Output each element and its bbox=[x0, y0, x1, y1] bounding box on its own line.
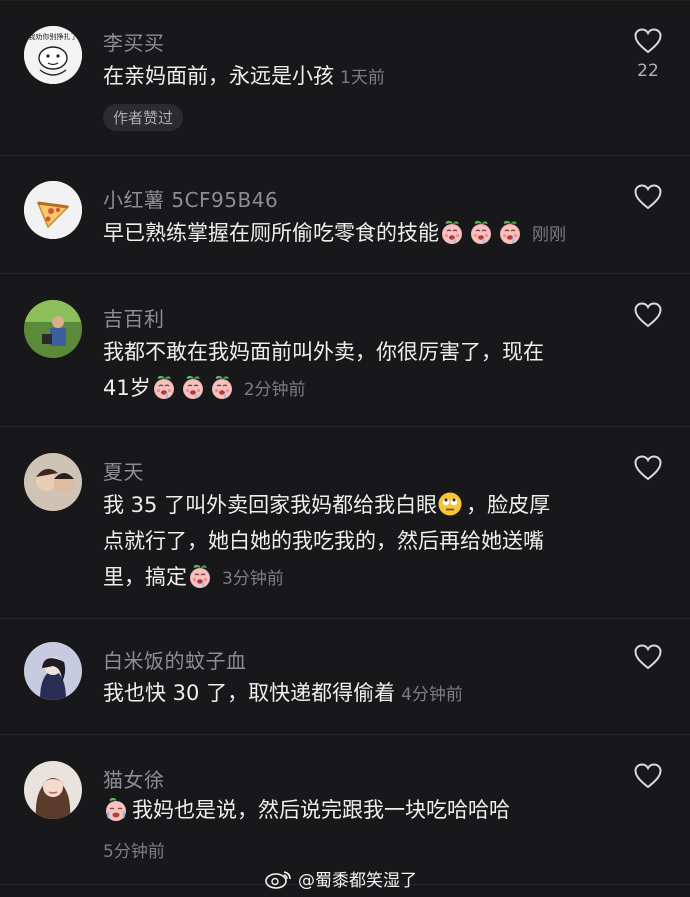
comment-line: 我 35 了叫外卖回家我妈都给我白眼 ，脸皮厚 bbox=[103, 487, 594, 523]
comment-body: 我也快 30 了，取快递都得偷着 bbox=[103, 681, 396, 705]
timestamp: 刚刚 bbox=[532, 225, 566, 245]
avatar[interactable] bbox=[24, 181, 82, 239]
peach-drooling-emoji-icon bbox=[151, 374, 177, 400]
like-heart-icon[interactable] bbox=[634, 763, 662, 789]
comment-line-text: 我 35 了叫外卖回家我妈都给我白眼 bbox=[103, 493, 438, 517]
comment-item[interactable]: 夏天 我 35 了叫外卖回家我妈都给我白眼 ，脸皮厚 点就行了，她白她的我吃我的，… bbox=[0, 426, 690, 619]
timestamp: 2分钟前 bbox=[243, 380, 306, 400]
avatar[interactable] bbox=[24, 453, 82, 511]
eye-roll-emoji-icon bbox=[437, 491, 463, 517]
peach-drooling-emoji-icon bbox=[497, 219, 523, 245]
username[interactable]: 吉百利 bbox=[103, 303, 165, 332]
avatar[interactable] bbox=[24, 761, 82, 819]
comment-item[interactable]: 我劝你别挣扎了 李买买 在亲妈面前，永远是小孩 1天前 作者赞过 22 bbox=[0, 0, 690, 156]
comment-item[interactable]: 白米饭的蚊子血 我也快 30 了，取快递都得偷着 4分钟前 bbox=[0, 618, 690, 735]
comment-line: 点就行了，她白她的我吃我的，然后再给她送嘴 bbox=[103, 529, 544, 553]
username[interactable]: 白米饭的蚊子血 bbox=[103, 645, 247, 674]
comment-line-text: 41岁 bbox=[103, 376, 151, 400]
username[interactable]: 猫女徐 bbox=[103, 764, 165, 793]
timestamp: 5分钟前 bbox=[103, 842, 165, 862]
crying-peach-emoji-icon bbox=[103, 796, 129, 822]
comment-text: 在亲妈面前，永远是小孩 1天前 bbox=[103, 58, 594, 96]
comment-body: 在亲妈面前，永远是小孩 bbox=[103, 64, 334, 88]
comment-line: 里，搞定 3分钟前 bbox=[103, 559, 594, 597]
comment-text: 我也快 30 了，取快递都得偷着 4分钟前 bbox=[103, 675, 594, 713]
timestamp: 3分钟前 bbox=[222, 569, 284, 589]
avatar[interactable]: 我劝你别挣扎了 bbox=[24, 26, 82, 84]
username[interactable]: 夏天 bbox=[103, 456, 144, 485]
like-heart-icon[interactable] bbox=[634, 28, 662, 54]
avatar-photo-icon bbox=[24, 300, 82, 358]
peach-drooling-emoji-icon bbox=[187, 563, 213, 589]
pizza-icon bbox=[24, 181, 82, 239]
comment-body: 我妈也是说，然后说完跟我一块吃哈哈哈 bbox=[132, 798, 510, 822]
peach-drooling-emoji-icon bbox=[439, 219, 465, 245]
avatar-photo-icon bbox=[24, 453, 82, 511]
avatar[interactable] bbox=[24, 300, 82, 358]
username[interactable]: 小红薯 5CF95B46 bbox=[103, 184, 278, 213]
comment-text: 早已熟练掌握在厕所偷吃零食的技能 刚刚 bbox=[103, 215, 630, 253]
like-heart-icon[interactable] bbox=[634, 302, 662, 328]
comment-body: 早已熟练掌握在厕所偷吃零食的技能 bbox=[103, 221, 439, 245]
avatar-photo-icon bbox=[24, 761, 82, 819]
comment-item[interactable]: 吉百利 我都不敢在我妈面前叫外卖，你很厉害了，现在 41岁 2分钟前 bbox=[0, 273, 690, 427]
peach-drooling-emoji-icon bbox=[180, 374, 206, 400]
weibo-logo-icon bbox=[265, 870, 291, 889]
comment-text: 我都不敢在我妈面前叫外卖，你很厉害了，现在 41岁 2分钟前 bbox=[103, 334, 594, 408]
avatar-meme-icon: 我劝你别挣扎了 bbox=[24, 26, 82, 84]
like-heart-icon[interactable] bbox=[634, 184, 662, 210]
like-count: 22 bbox=[637, 61, 659, 81]
comment-line: 我都不敢在我妈面前叫外卖，你很厉害了，现在 bbox=[103, 340, 544, 364]
comment-item[interactable]: 小红薯 5CF95B46 早已熟练掌握在厕所偷吃零食的技能 刚刚 bbox=[0, 155, 690, 274]
peach-drooling-emoji-icon bbox=[209, 374, 235, 400]
watermark: @蜀黍都笑湿了 bbox=[264, 866, 417, 891]
comment-line-text: ，脸皮厚 bbox=[466, 493, 551, 517]
avatar-photo-icon bbox=[24, 642, 82, 700]
comment-text: 我 35 了叫外卖回家我妈都给我白眼 ，脸皮厚 点就行了，她白她的我吃我的，然后再… bbox=[103, 487, 594, 597]
avatar[interactable] bbox=[24, 642, 82, 700]
comment-item[interactable]: 猫女徐 我妈也是说，然后说完跟我一块吃哈哈哈 5分钟前 bbox=[0, 734, 690, 885]
username[interactable]: 李买买 bbox=[103, 27, 165, 56]
comment-line-text: 里，搞定 bbox=[103, 565, 187, 589]
author-liked-badge: 作者赞过 bbox=[103, 104, 184, 131]
peach-drooling-emoji-icon bbox=[468, 219, 494, 245]
like-heart-icon[interactable] bbox=[634, 455, 662, 481]
timestamp: 1天前 bbox=[340, 68, 385, 88]
like-heart-icon[interactable] bbox=[634, 644, 662, 670]
avatar-caption: 我劝你别挣扎了 bbox=[29, 32, 78, 41]
watermark-text: @蜀黍都笑湿了 bbox=[298, 871, 417, 891]
timestamp: 4分钟前 bbox=[401, 685, 463, 705]
comment-text: 我妈也是说，然后说完跟我一块吃哈哈哈 bbox=[103, 792, 594, 828]
comment-line: 41岁 2分钟前 bbox=[103, 370, 594, 408]
